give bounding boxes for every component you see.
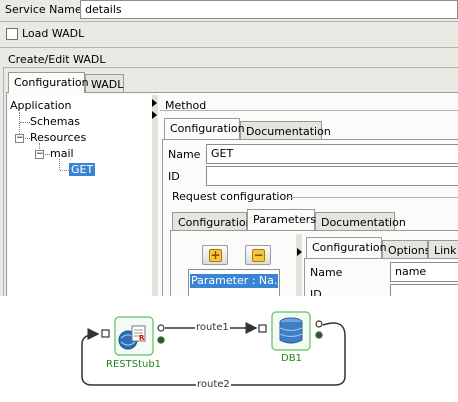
request-separator: [286, 197, 458, 198]
param-tab-configuration[interactable]: Configuration: [306, 237, 387, 258]
reststub1-output-port[interactable]: [157, 324, 165, 332]
reststub1-label: RESTStub1: [106, 359, 162, 370]
method-id-input[interactable]: [206, 166, 458, 186]
tree-item-get[interactable]: GET: [69, 163, 96, 176]
tree-item-mail[interactable]: mail: [50, 147, 74, 160]
flow-diagram: R RESTStub1 DB1 route1 route2: [0, 296, 458, 402]
database-icon: [279, 317, 303, 344]
route1-label[interactable]: route1: [195, 322, 230, 333]
param-id-label: ID: [310, 288, 322, 296]
collapse-icon[interactable]: −: [35, 150, 44, 159]
tree-item-application[interactable]: Application: [10, 99, 71, 112]
param-splitter[interactable]: [296, 234, 302, 296]
load-wadl-checkbox[interactable]: [6, 28, 18, 40]
splitter[interactable]: [152, 95, 158, 296]
method-name-label: Name: [168, 148, 201, 161]
db1-label: DB1: [281, 353, 302, 364]
method-name-input[interactable]: GET: [206, 144, 458, 164]
request-config-title: Request configuration: [172, 190, 294, 203]
param-id-input[interactable]: [390, 284, 458, 296]
reststub1-input-port[interactable]: [101, 329, 110, 338]
param-name-input[interactable]: name: [390, 262, 458, 282]
expand-left-icon[interactable]: [152, 99, 157, 107]
remove-icon: −: [252, 248, 265, 262]
tab-wadl[interactable]: WADL: [85, 74, 124, 93]
method-id-label: ID: [168, 170, 180, 183]
collapse-icon[interactable]: −: [15, 134, 24, 143]
tree-item-schemas[interactable]: Schemas: [30, 115, 80, 128]
svg-text:R: R: [139, 334, 145, 342]
db1-error-port[interactable]: [315, 331, 323, 339]
method-tab-documentation[interactable]: Documentation: [240, 121, 331, 140]
separator: [0, 47, 458, 48]
tab-configuration[interactable]: Configuration: [8, 72, 89, 93]
load-wadl-label: Load WADL: [22, 27, 85, 40]
db1-output-port[interactable]: [315, 320, 323, 328]
db1-input-port[interactable]: [258, 324, 267, 333]
service-name-label: Service Name: [5, 3, 82, 16]
service-name-input[interactable]: details: [80, 0, 458, 19]
param-tab-options[interactable]: Options: [382, 240, 430, 259]
param-tab-link[interactable]: Link: [428, 240, 458, 259]
remove-parameter-button[interactable]: −: [245, 245, 271, 265]
param-name-label: Name: [310, 266, 343, 279]
reststub1-error-port[interactable]: [157, 336, 165, 344]
request-tab-configuration[interactable]: Configuration: [172, 212, 253, 231]
method-separator: [160, 110, 458, 111]
method-tab-configuration[interactable]: Configuration: [164, 118, 245, 139]
add-icon: +: [209, 248, 222, 262]
request-tab-documentation[interactable]: Documentation: [315, 212, 406, 231]
wadl-editor-panel: Service Name details Load WADL Create/Ed…: [0, 0, 458, 296]
request-tab-parameters[interactable]: Parameters: [247, 209, 316, 230]
add-parameter-button[interactable]: +: [202, 245, 228, 265]
expand-right-icon[interactable]: [152, 111, 157, 119]
expand-right-icon[interactable]: [297, 248, 302, 256]
route2-label[interactable]: route2: [196, 379, 231, 390]
parameter-list-item[interactable]: Parameter : Na...: [190, 274, 278, 288]
create-edit-title: Create/Edit WADL: [8, 53, 106, 66]
